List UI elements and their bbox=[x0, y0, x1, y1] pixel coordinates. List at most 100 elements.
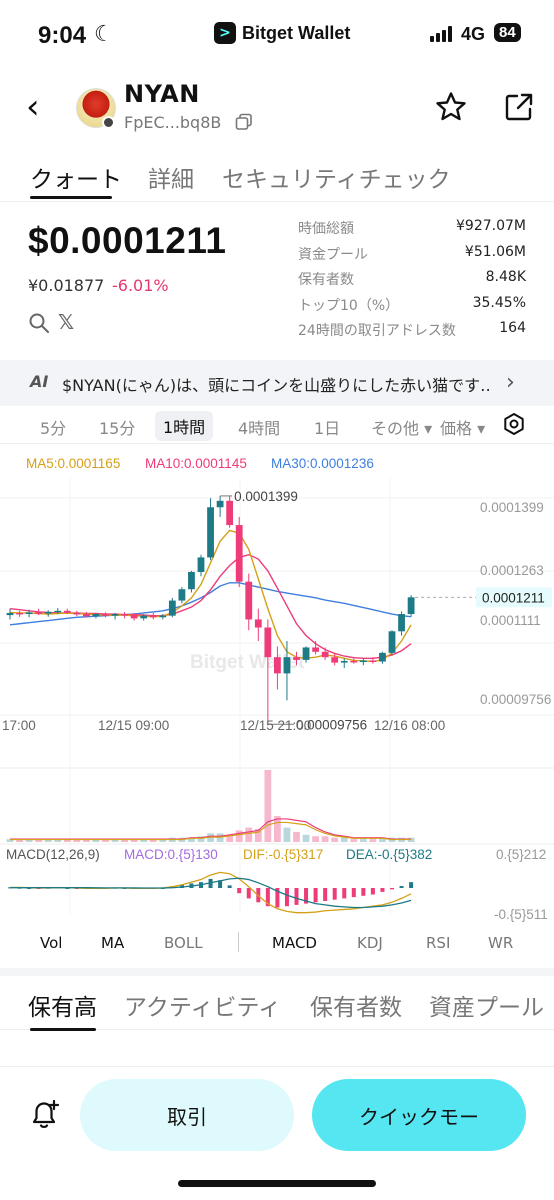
x-twitter-icon[interactable]: 𝕏 bbox=[58, 310, 74, 334]
stat-row: 時価総額 ¥927.07M bbox=[298, 218, 526, 244]
home-indicator bbox=[178, 1180, 376, 1187]
x-axis-label: 12/15 21:00 bbox=[240, 718, 311, 733]
interval-1d[interactable]: 1日 bbox=[314, 415, 340, 439]
candle bbox=[140, 615, 148, 619]
ma30-label: MA30:0.0001236 bbox=[271, 456, 374, 471]
chart-settings-gear-icon[interactable] bbox=[502, 412, 526, 436]
ai-summary-banner[interactable]: AI $NYAN(にゃん)は、頭にコインを山盛りにした赤い猫です… › bbox=[0, 360, 554, 406]
macd-bar bbox=[227, 885, 232, 888]
macd-bar bbox=[294, 888, 299, 905]
ma5-label: MA5:0.0001165 bbox=[26, 456, 121, 471]
stat-value: ¥927.07M bbox=[456, 218, 526, 234]
x-axis-label: 12/15 09:00 bbox=[98, 718, 169, 733]
candle bbox=[379, 652, 386, 662]
back-chevron-icon[interactable]: ‹ bbox=[26, 90, 40, 124]
tab-details[interactable]: 詳細 bbox=[148, 160, 194, 194]
indicator-ma[interactable]: MA bbox=[101, 934, 124, 952]
stat-row: トップ10（%） 35.45% bbox=[298, 295, 526, 321]
volume-bar bbox=[340, 837, 348, 842]
action-bar: 取引 クイックモー bbox=[0, 1066, 554, 1166]
price-alert-bell-icon[interactable] bbox=[28, 1097, 62, 1131]
y-axis-label: 0.0001399 bbox=[480, 500, 544, 515]
more-intervals-dropdown[interactable]: その他 ▾ bbox=[371, 415, 432, 439]
price-usd: $0.0001211 bbox=[28, 220, 227, 261]
candle bbox=[254, 619, 262, 628]
candle bbox=[54, 610, 62, 613]
search-icon[interactable] bbox=[28, 312, 50, 334]
holdings-tabs: 保有高 アクティビティ 保有者数 資産プール bbox=[0, 968, 554, 1031]
candle bbox=[92, 614, 100, 617]
quick-mode-button[interactable]: クイックモー bbox=[312, 1079, 526, 1151]
copy-icon[interactable] bbox=[235, 113, 253, 131]
interval-15m[interactable]: 15分 bbox=[99, 415, 135, 439]
candle bbox=[359, 660, 367, 663]
price-change: -6.01% bbox=[112, 276, 169, 295]
candle bbox=[407, 597, 415, 615]
indicator-rsi[interactable]: RSI bbox=[426, 934, 450, 952]
more-label: その他 bbox=[371, 419, 420, 438]
candle bbox=[283, 657, 291, 674]
stat-value: ¥51.06M bbox=[464, 243, 526, 260]
candle bbox=[331, 657, 339, 663]
high-price-label: 0.0001399 bbox=[234, 489, 298, 504]
favorite-star-icon[interactable] bbox=[434, 90, 468, 124]
macd-bar bbox=[361, 888, 366, 896]
x-axis-label: 12/16 08:00 bbox=[374, 718, 445, 733]
candle bbox=[6, 612, 14, 616]
candle bbox=[398, 614, 405, 632]
interval-5m[interactable]: 5分 bbox=[40, 415, 66, 439]
stat-value: 35.45% bbox=[472, 294, 526, 311]
status-app-indicator: > Bitget Wallet bbox=[214, 22, 350, 44]
stat-label: 時価総額 bbox=[298, 221, 354, 237]
candle bbox=[340, 660, 348, 663]
tab-holdings[interactable]: 保有高 bbox=[28, 988, 97, 1022]
chain-badge-icon bbox=[102, 116, 115, 129]
candle bbox=[388, 631, 396, 653]
indicator-wr[interactable]: WR bbox=[488, 934, 513, 952]
indicator-macd[interactable]: MACD bbox=[272, 934, 317, 952]
token-stats: 時価総額 ¥927.07M 資金プール ¥51.06M 保有者数 8.48K トップ1… bbox=[298, 218, 526, 346]
active-tab-indicator bbox=[30, 196, 112, 199]
caret-down-icon: ▾ bbox=[419, 419, 433, 438]
candle bbox=[63, 610, 71, 613]
candle bbox=[102, 614, 109, 616]
macd-bar bbox=[313, 888, 318, 903]
tab-liquidity-pool[interactable]: 資産プール bbox=[429, 988, 544, 1022]
macd-dif-value: DIF:-0.{5}317 bbox=[243, 847, 323, 862]
tab-holders[interactable]: 保有者数 bbox=[310, 988, 402, 1022]
price-mode-dropdown[interactable]: 価格 ▾ bbox=[440, 415, 485, 439]
detail-tabs: クォート 詳細 セキュリティチェック bbox=[0, 152, 554, 202]
volume-bar bbox=[369, 839, 377, 842]
volume-bar bbox=[293, 831, 300, 842]
ai-summary-text: $NYAN(にゃん)は、頭にコインを山盛りにした赤い猫です… bbox=[62, 376, 492, 395]
indicator-vol[interactable]: Vol bbox=[40, 934, 62, 952]
candle bbox=[73, 612, 81, 615]
macd-bar bbox=[399, 886, 404, 888]
interval-4h[interactable]: 4時間 bbox=[238, 415, 280, 439]
indicator-boll[interactable]: BOLL bbox=[164, 934, 203, 952]
battery-level: 84 bbox=[494, 23, 521, 42]
stat-row: 資金プール ¥51.06M bbox=[298, 244, 526, 270]
interval-selector: 5分 15分 1時間 4時間 1日 その他 ▾ 価格 ▾ bbox=[0, 406, 554, 444]
interval-1h[interactable]: 1時間 bbox=[155, 411, 214, 441]
candle bbox=[159, 615, 167, 618]
candle bbox=[149, 615, 157, 618]
macd-bar bbox=[246, 888, 251, 899]
tab-security-check[interactable]: セキュリティチェック bbox=[222, 160, 451, 194]
volume-bar bbox=[264, 770, 272, 842]
macd-bar bbox=[409, 882, 414, 888]
volume-bar bbox=[321, 836, 329, 842]
caret-down-icon: ▾ bbox=[472, 419, 486, 438]
trade-button[interactable]: 取引 bbox=[80, 1079, 294, 1151]
macd-bar bbox=[342, 888, 347, 899]
status-time: 9:04 bbox=[38, 22, 87, 49]
share-icon[interactable] bbox=[504, 92, 534, 122]
chevron-right-icon: › bbox=[506, 370, 515, 395]
tab-activity[interactable]: アクティビティ bbox=[124, 988, 281, 1022]
candle bbox=[168, 600, 176, 616]
tab-quote[interactable]: クォート bbox=[30, 160, 122, 194]
macd-bar bbox=[351, 888, 356, 898]
price-chart[interactable]: Bitget Wallet0.00013990.00012630.0001111… bbox=[0, 478, 554, 928]
stat-label: トップ10（%） bbox=[298, 297, 400, 314]
indicator-kdj[interactable]: KDJ bbox=[357, 934, 383, 952]
